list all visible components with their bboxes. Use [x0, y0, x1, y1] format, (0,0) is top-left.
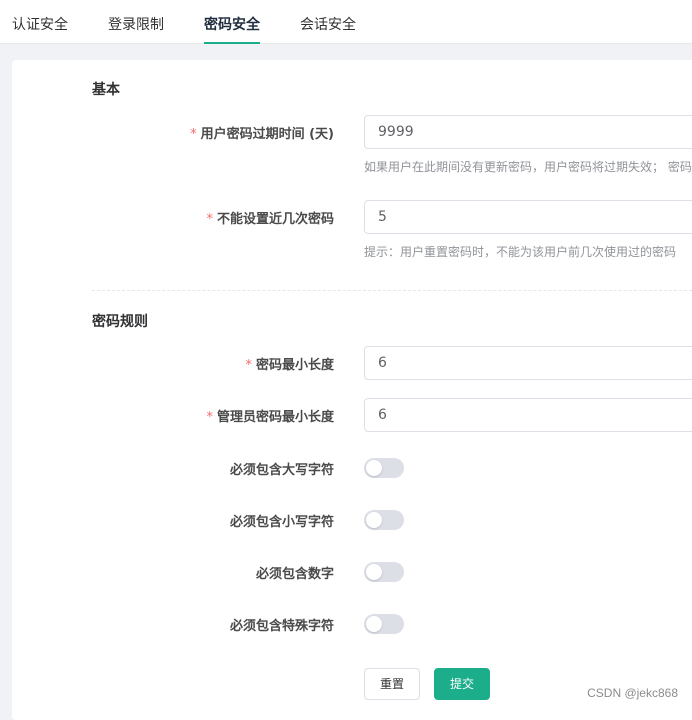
expire-days-input[interactable] [364, 115, 692, 149]
tab-session-security[interactable]: 会话安全 [300, 0, 356, 44]
submit-button[interactable]: 提交 [434, 668, 490, 700]
required-mark: * [206, 410, 213, 425]
require-digit-label: 必须包含数字 [255, 567, 334, 582]
require-special-switch[interactable] [364, 614, 404, 634]
require-lowercase-label: 必须包含小写字符 [229, 515, 334, 530]
history-count-label: * 不能设置近几次密码 [206, 212, 334, 227]
switch-knob [366, 564, 382, 580]
tab-password-security[interactable]: 密码安全 [204, 0, 260, 44]
tab-auth-security[interactable]: 认证安全 [12, 0, 68, 44]
section-title-basic: 基本 [92, 82, 120, 98]
min-length-input[interactable] [364, 346, 692, 380]
require-uppercase-switch[interactable] [364, 458, 404, 478]
required-mark: * [245, 358, 252, 373]
history-count-input[interactable] [364, 200, 692, 234]
switch-knob [366, 616, 382, 632]
history-count-hint: 提示：用户重置密码时，不能为该用户前几次使用过的密码 [364, 245, 677, 259]
active-tab-indicator [204, 42, 260, 44]
reset-button[interactable]: 重置 [364, 668, 420, 700]
require-lowercase-switch[interactable] [364, 510, 404, 530]
expire-days-label: * 用户密码过期时间 (天) [190, 127, 334, 142]
admin-min-length-label: * 管理员密码最小长度 [206, 410, 334, 425]
switch-knob [366, 460, 382, 476]
min-length-label: * 密码最小长度 [245, 358, 334, 373]
expire-days-hint: 如果用户在此期间没有更新密码，用户密码将过期失效； 密码 [364, 160, 692, 174]
require-digit-switch[interactable] [364, 562, 404, 582]
tab-login-restriction[interactable]: 登录限制 [108, 0, 164, 44]
admin-min-length-input[interactable] [364, 398, 692, 432]
require-special-label: 必须包含特殊字符 [229, 619, 334, 634]
section-title-password-rules: 密码规则 [92, 314, 148, 330]
section-divider [92, 290, 692, 291]
watermark: CSDN @jekc868 [587, 686, 678, 700]
require-uppercase-label: 必须包含大写字符 [229, 463, 334, 478]
security-tabs: 认证安全 登录限制 密码安全 会话安全 [0, 0, 692, 44]
required-mark: * [190, 127, 197, 142]
required-mark: * [206, 212, 213, 227]
switch-knob [366, 512, 382, 528]
